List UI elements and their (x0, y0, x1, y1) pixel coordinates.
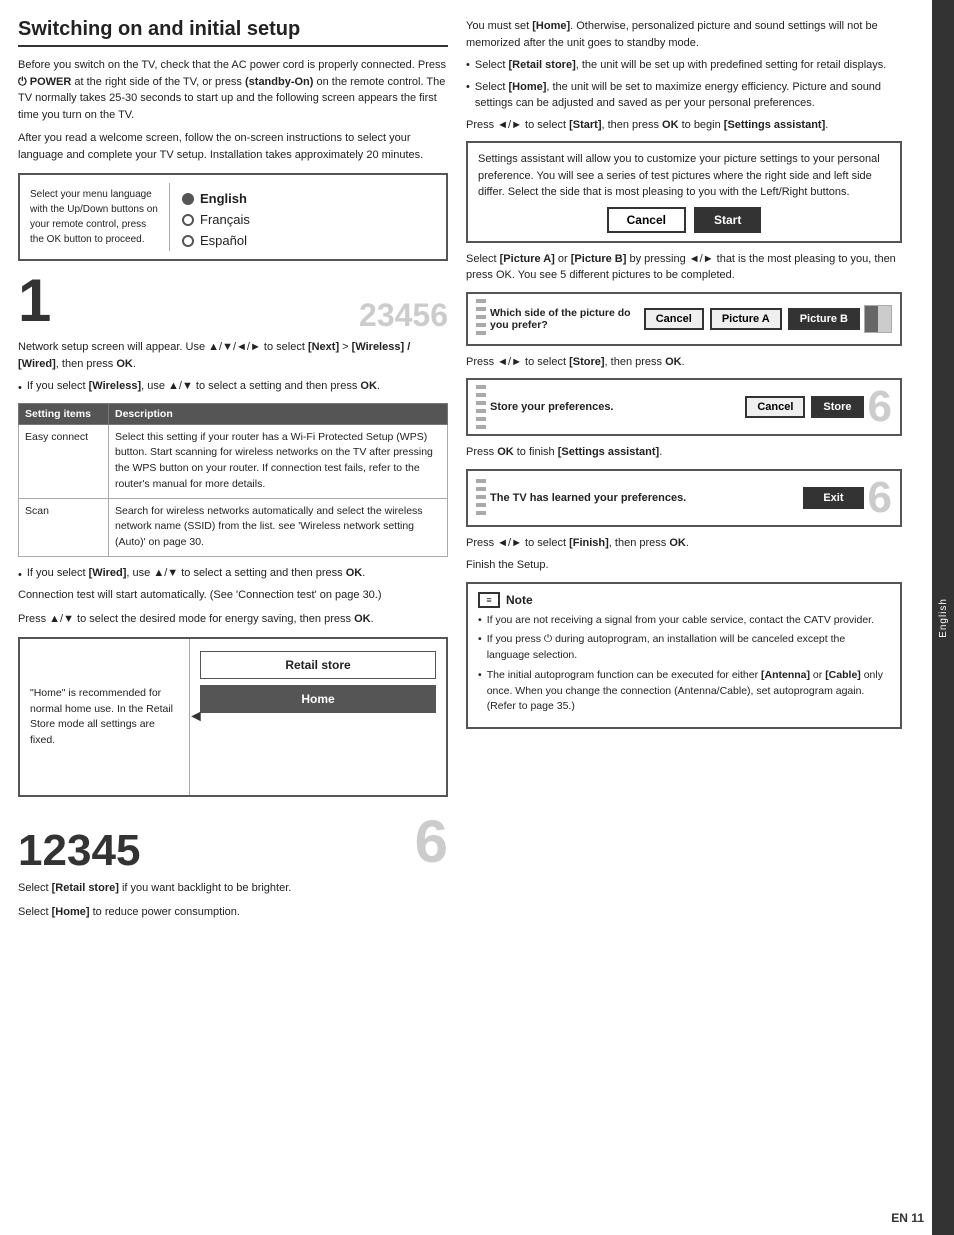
step-number-row-1: 1 2 3 4 5 6 (18, 271, 448, 331)
note-icon: ≡ (478, 592, 500, 608)
table-cell-scan-desc: Search for wireless networks automatical… (109, 498, 448, 556)
radio-dot-english (182, 193, 194, 205)
note-title: Note (506, 593, 533, 607)
press-ok-finish-text: Press OK to finish [Settings assistant]. (466, 444, 902, 461)
language-instruction: Select your menu language with the Up/Do… (30, 183, 170, 251)
press-store-text: Press ◄/► to select [Store], then press … (466, 354, 902, 371)
note-box: ≡ Note • If you are not receiving a sign… (466, 582, 902, 730)
select-home-label: Select [Home] to reduce power consumptio… (18, 904, 448, 921)
retail-bullet: • Select [Retail store], the unit will b… (466, 57, 902, 74)
left-column: Switching on and initial setup Before yo… (18, 18, 448, 1217)
page-title: Switching on and initial setup (18, 18, 448, 47)
table-row: Easy connect Select this setting if your… (19, 424, 448, 498)
lang-espanol[interactable]: Español (182, 233, 436, 248)
store-preferences-box: Store your preferences. Cancel Store 6 (466, 378, 902, 436)
table-cell-easy-connect: Easy connect (19, 424, 109, 498)
retail-store-option[interactable]: Retail store (200, 651, 436, 679)
step-6-store: 6 (868, 385, 892, 429)
intro-paragraph-1: Before you switch on the TV, check that … (18, 57, 448, 123)
intro-paragraph-2: After you read a welcome screen, follow … (18, 130, 448, 163)
store-box-label: Store your preferences. (490, 401, 741, 413)
step-6-exit: 6 (868, 476, 892, 520)
home-retail-box: "Home" is recommended for normal home us… (18, 637, 448, 797)
sidebar-label: English (938, 598, 949, 638)
picture-box-label: Which side of the picture do you prefer? (490, 307, 640, 331)
other-steps-1: 2 3 4 5 6 (359, 299, 448, 331)
sidebar-tab: English (932, 0, 954, 1235)
right-column: You must set [Home]. Otherwise, personal… (466, 18, 902, 1217)
table-header-setting: Setting items (19, 403, 109, 424)
page: English Switching on and initial setup B… (0, 0, 954, 1235)
select-retail-label: Select [Retail store] if you want backli… (18, 880, 448, 897)
exit-box: The TV has learned your preferences. Exi… (466, 469, 902, 527)
settings-assistant-box: Settings assistant will allow you to cus… (466, 141, 902, 243)
note-bullet-3: • The initial autoprogram function can b… (478, 668, 890, 715)
picture-b-button[interactable]: Picture B (788, 308, 860, 330)
lang-english[interactable]: English (182, 191, 436, 206)
cancel-button-2[interactable]: Cancel (644, 308, 704, 330)
step-number-row-2: 1 2 3 4 5 6 (18, 807, 448, 876)
language-select-box: Select your menu language with the Up/Do… (18, 173, 448, 261)
settings-box-text: Settings assistant will allow you to cus… (478, 151, 890, 201)
radio-dot-espanol (182, 235, 194, 247)
note-header: ≡ Note (478, 592, 890, 608)
language-options: English Français Español (170, 183, 436, 251)
home-retail-left: "Home" is recommended for normal home us… (20, 639, 190, 795)
cancel-button-1[interactable]: Cancel (607, 207, 686, 233)
start-button[interactable]: Start (694, 207, 761, 233)
picture-preference-box: Which side of the picture do you prefer?… (466, 292, 902, 346)
note-bullet-2: • If you press ⏻ during autoprogram, an … (478, 632, 890, 664)
picture-a-button[interactable]: Picture A (710, 308, 782, 330)
picture-thumbnail (864, 305, 892, 333)
main-content: Switching on and initial setup Before yo… (0, 0, 932, 1235)
press-finish-text: Press ◄/► to select [Finish], then press… (466, 535, 902, 552)
must-set-home-text: You must set [Home]. Otherwise, personal… (466, 18, 902, 51)
picture-buttons: Cancel Picture A Picture B (644, 308, 860, 330)
exit-stripe (476, 479, 486, 517)
home-option[interactable]: Home (200, 685, 436, 713)
step-numbers-left-2: 1 2 3 4 5 (18, 826, 140, 876)
wired-bullet: • If you select [Wired], use ▲/▼ to sele… (18, 565, 448, 584)
wireless-bullet: • If you select [Wireless], use ▲/▼ to s… (18, 378, 448, 397)
picture-select-text: Select [Picture A] or [Picture B] by pre… (466, 251, 902, 284)
power-symbol: ⏻ (18, 76, 30, 88)
step-6-right: 6 (415, 807, 448, 876)
table-cell-easy-connect-desc: Select this setting if your router has a… (109, 424, 448, 498)
finish-setup-text: Finish the Setup. (466, 557, 902, 574)
standby-label: (standby-On) (245, 76, 313, 88)
lang-francais[interactable]: Français (182, 212, 436, 227)
network-settings-table: Setting items Description Easy connect S… (18, 403, 448, 557)
cancel-button-3[interactable]: Cancel (745, 396, 805, 418)
exit-button[interactable]: Exit (803, 487, 863, 509)
connection-test-text: Connection test will start automatically… (18, 587, 448, 604)
store-button[interactable]: Store (811, 396, 863, 418)
press-start-text: Press ◄/► to select [Start], then press … (466, 117, 902, 134)
network-text: Network setup screen will appear. Use ▲/… (18, 339, 448, 372)
radio-dot-francais (182, 214, 194, 226)
arrow-icon: ◄ (188, 708, 204, 726)
table-header-description: Description (109, 403, 448, 424)
store-stripe (476, 385, 486, 429)
table-cell-scan: Scan (19, 498, 109, 556)
home-retail-options: Retail store Home (190, 639, 446, 795)
settings-box-buttons: Cancel Start (478, 207, 890, 233)
table-row: Scan Search for wireless networks automa… (19, 498, 448, 556)
picture-stripe (476, 299, 486, 339)
home-bullet: • Select [Home], the unit will be set to… (466, 79, 902, 112)
current-step-1: 1 (18, 271, 51, 331)
power-label: POWER (30, 76, 72, 88)
note-bullet-1: • If you are not receiving a signal from… (478, 613, 890, 629)
exit-label: The TV has learned your preferences. (490, 492, 799, 504)
page-number: EN 11 (891, 1211, 924, 1225)
store-buttons: Cancel Store (745, 396, 863, 418)
press-arrows-text: Press ▲/▼ to select the desired mode for… (18, 611, 448, 628)
